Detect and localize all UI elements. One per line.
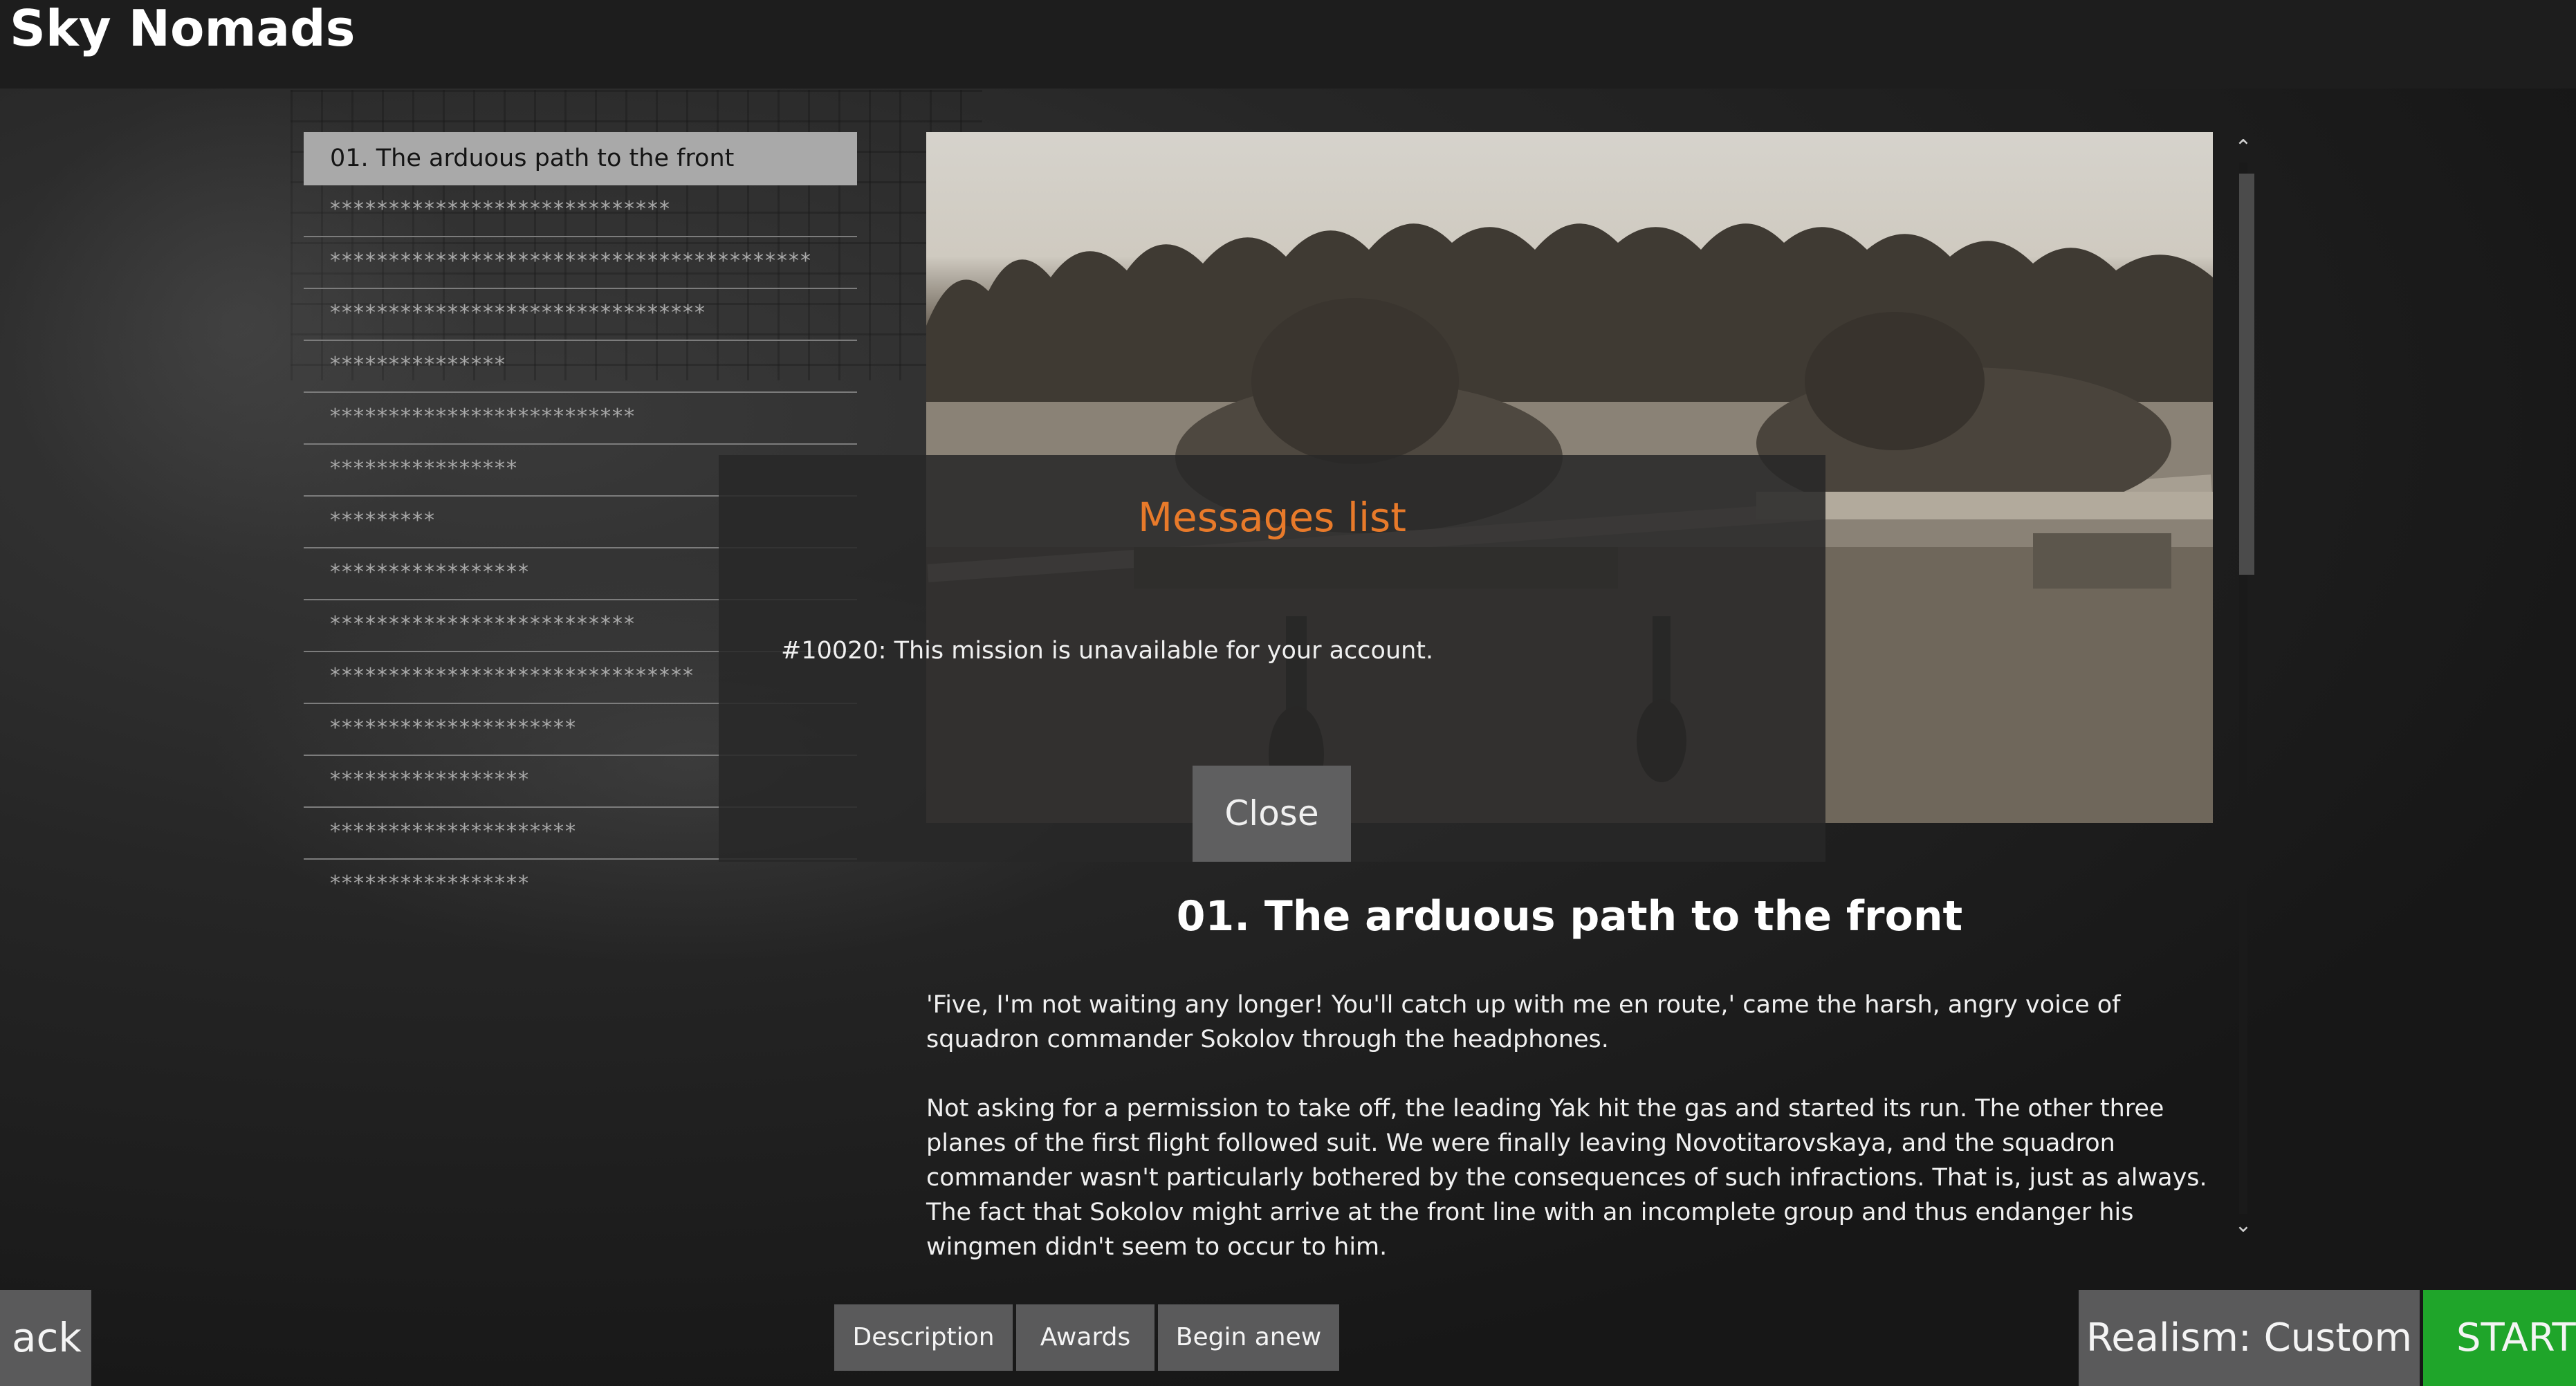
dialog-title: Messages list	[1137, 494, 1407, 541]
mission-item-locked[interactable]: **************************	[304, 393, 857, 445]
messages-dialog: Messages list #10020: This mission is un…	[719, 455, 1825, 862]
mission-item-locked[interactable]: *****************************	[304, 185, 857, 237]
mission-item-locked[interactable]: *****************	[304, 860, 857, 912]
realism-button[interactable]: Realism: Custom	[2079, 1290, 2420, 1386]
mission-item-locked[interactable]: ****************************************…	[304, 237, 857, 289]
campaign-screen: Sky Nomads 01. The arduous path to the f…	[0, 0, 2576, 1386]
close-button[interactable]: Close	[1193, 766, 1351, 862]
start-button[interactable]: START	[2423, 1290, 2576, 1386]
dialog-message: #10020: This mission is unavailable for …	[781, 637, 1434, 665]
description-paragraph: Not asking for a permission to take off,…	[926, 1095, 2207, 1261]
description-paragraph: 'Five, I'm not waiting any longer! You'l…	[926, 991, 2121, 1053]
mission-title: 01. The arduous path to the front	[1176, 892, 1963, 941]
back-button[interactable]: ack	[0, 1290, 91, 1386]
mission-item-locked[interactable]: ***************	[304, 341, 857, 393]
description-tab-button[interactable]: Description	[834, 1304, 1013, 1371]
chevron-down-icon[interactable]: ⌄	[2234, 1215, 2253, 1236]
scroll-thumb[interactable]	[2239, 174, 2254, 575]
page-title: Sky Nomads	[10, 0, 356, 57]
mission-item-selected[interactable]: 01. The arduous path to the front	[304, 132, 857, 185]
begin-anew-button[interactable]: Begin anew	[1158, 1304, 1339, 1371]
mission-description: 'Five, I'm not waiting any longer! You'l…	[926, 988, 2213, 1299]
back-button-label: ack	[11, 1314, 82, 1361]
header-bar: Sky Nomads	[0, 0, 2576, 89]
awards-tab-button[interactable]: Awards	[1016, 1304, 1154, 1371]
mission-item-locked[interactable]: ********************************	[304, 289, 857, 341]
description-scrollbar[interactable]: ⌃ ⌄	[2234, 132, 2254, 1247]
chevron-up-icon[interactable]: ⌃	[2234, 138, 2253, 158]
